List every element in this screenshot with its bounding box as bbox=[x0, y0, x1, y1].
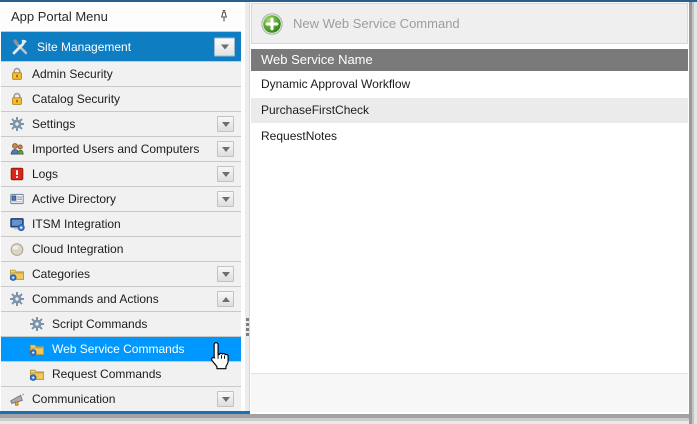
sidebar-item-label: Communication bbox=[32, 392, 115, 406]
add-icon bbox=[261, 13, 283, 35]
sidebar-item-label: Admin Security bbox=[32, 67, 113, 81]
cloud-icon bbox=[9, 241, 25, 257]
sidebar-item-active-directory[interactable]: Active Directory bbox=[1, 186, 241, 211]
sidebar-item-catalog-security[interactable]: Catalog Security bbox=[1, 86, 241, 111]
sidebar-item-label: Active Directory bbox=[32, 192, 116, 206]
sidebar-item-label: ITSM Integration bbox=[32, 217, 121, 231]
column-header-web-service-name[interactable]: Web Service Name bbox=[251, 49, 688, 71]
sidebar-item-label: Script Commands bbox=[52, 317, 147, 331]
chevron-down-icon bbox=[222, 197, 230, 202]
folder-gear-icon bbox=[29, 366, 45, 382]
table-row[interactable]: RequestNotes bbox=[251, 124, 688, 149]
sidebar-item-script-commands[interactable]: Script Commands bbox=[1, 311, 241, 336]
sidebar-item-logs[interactable]: Logs bbox=[1, 161, 241, 186]
lock-icon bbox=[9, 66, 25, 82]
chevron-down-icon bbox=[222, 122, 230, 127]
users-icon bbox=[9, 141, 25, 157]
monitor-gear-icon bbox=[9, 216, 25, 232]
sidebar-item-itsm-integration[interactable]: ITSM Integration bbox=[1, 211, 241, 236]
new-web-service-command-button[interactable]: New Web Service Command bbox=[261, 13, 460, 35]
panel-splitter[interactable] bbox=[244, 2, 250, 411]
sidebar-item-label: Imported Users and Computers bbox=[32, 142, 199, 156]
chevron-down-icon bbox=[222, 172, 230, 177]
sidebar-item-label: Logs bbox=[32, 167, 58, 181]
id-card-icon bbox=[9, 191, 25, 207]
sidebar-title: App Portal Menu bbox=[11, 9, 108, 24]
gear-icon bbox=[9, 116, 25, 132]
sidebar-item-commands-and-actions[interactable]: Commands and Actions bbox=[1, 286, 241, 311]
chevron-down-button[interactable] bbox=[217, 266, 234, 282]
chevron-down-button[interactable] bbox=[217, 191, 234, 207]
sidebar-item-categories[interactable]: Categories bbox=[1, 261, 241, 286]
sidebar-item-label: Catalog Security bbox=[32, 92, 120, 106]
window-bottom-border bbox=[0, 414, 697, 424]
chevron-down-icon bbox=[221, 44, 229, 49]
sidebar-item-label: Commands and Actions bbox=[32, 292, 159, 306]
chevron-up-icon bbox=[222, 297, 230, 302]
chevron-down-button[interactable] bbox=[217, 141, 234, 157]
lock-icon bbox=[9, 91, 25, 107]
toolbar: New Web Service Command bbox=[251, 3, 688, 44]
logs-icon bbox=[9, 166, 25, 182]
app-window: App Portal Menu Site Management Admin bbox=[0, 0, 697, 424]
chevron-down-icon bbox=[222, 272, 230, 277]
folder-gear-icon bbox=[29, 341, 45, 357]
folder-gear-icon bbox=[9, 266, 25, 282]
sidebar-item-label: Site Management bbox=[37, 40, 131, 54]
window-top-border bbox=[0, 0, 697, 2]
sidebar-item-cloud-integration[interactable]: Cloud Integration bbox=[1, 236, 241, 261]
chevron-down-button[interactable] bbox=[214, 37, 235, 56]
pin-icon[interactable] bbox=[216, 8, 232, 24]
sidebar-item-communication[interactable]: Communication bbox=[1, 386, 241, 411]
main-panel: New Web Service Command Web Service Name… bbox=[251, 2, 688, 412]
chevron-down-button[interactable] bbox=[217, 116, 234, 132]
chevron-up-button[interactable] bbox=[217, 291, 234, 307]
chevron-down-button[interactable] bbox=[217, 166, 234, 182]
sidebar-item-request-commands[interactable]: Request Commands bbox=[1, 361, 241, 386]
table-row[interactable]: PurchaseFirstCheck bbox=[251, 98, 688, 123]
gear-icon bbox=[29, 316, 45, 332]
sidebar-item-label: Cloud Integration bbox=[32, 242, 123, 256]
sidebar-item-label: Request Commands bbox=[52, 367, 161, 381]
sidebar-item-imported-users-and-computers[interactable]: Imported Users and Computers bbox=[1, 136, 241, 161]
sidebar-item-web-service-commands[interactable]: Web Service Commands bbox=[1, 336, 241, 361]
tools-icon bbox=[10, 37, 30, 57]
sidebar-bottom-border bbox=[0, 411, 250, 414]
megaphone-icon bbox=[9, 391, 25, 407]
sidebar-panel: App Portal Menu Site Management Admin bbox=[1, 2, 241, 411]
splitter-grip-icon bbox=[246, 318, 249, 336]
chevron-down-icon bbox=[222, 147, 230, 152]
sidebar-item-admin-security[interactable]: Admin Security bbox=[1, 61, 241, 86]
sidebar-item-settings[interactable]: Settings bbox=[1, 111, 241, 136]
window-right-border bbox=[689, 2, 697, 424]
sidebar-item-site-management[interactable]: Site Management bbox=[1, 31, 241, 61]
status-footer bbox=[251, 373, 688, 412]
table-row[interactable]: Dynamic Approval Workflow bbox=[251, 72, 688, 97]
sidebar-header: App Portal Menu bbox=[1, 2, 241, 31]
sidebar-item-label: Web Service Commands bbox=[52, 342, 185, 356]
chevron-down-button[interactable] bbox=[217, 391, 234, 407]
gear-icon bbox=[9, 291, 25, 307]
chevron-down-icon bbox=[222, 397, 230, 402]
sidebar-item-label: Settings bbox=[32, 117, 75, 131]
sidebar-item-label: Categories bbox=[32, 267, 90, 281]
new-button-label: New Web Service Command bbox=[293, 16, 460, 31]
